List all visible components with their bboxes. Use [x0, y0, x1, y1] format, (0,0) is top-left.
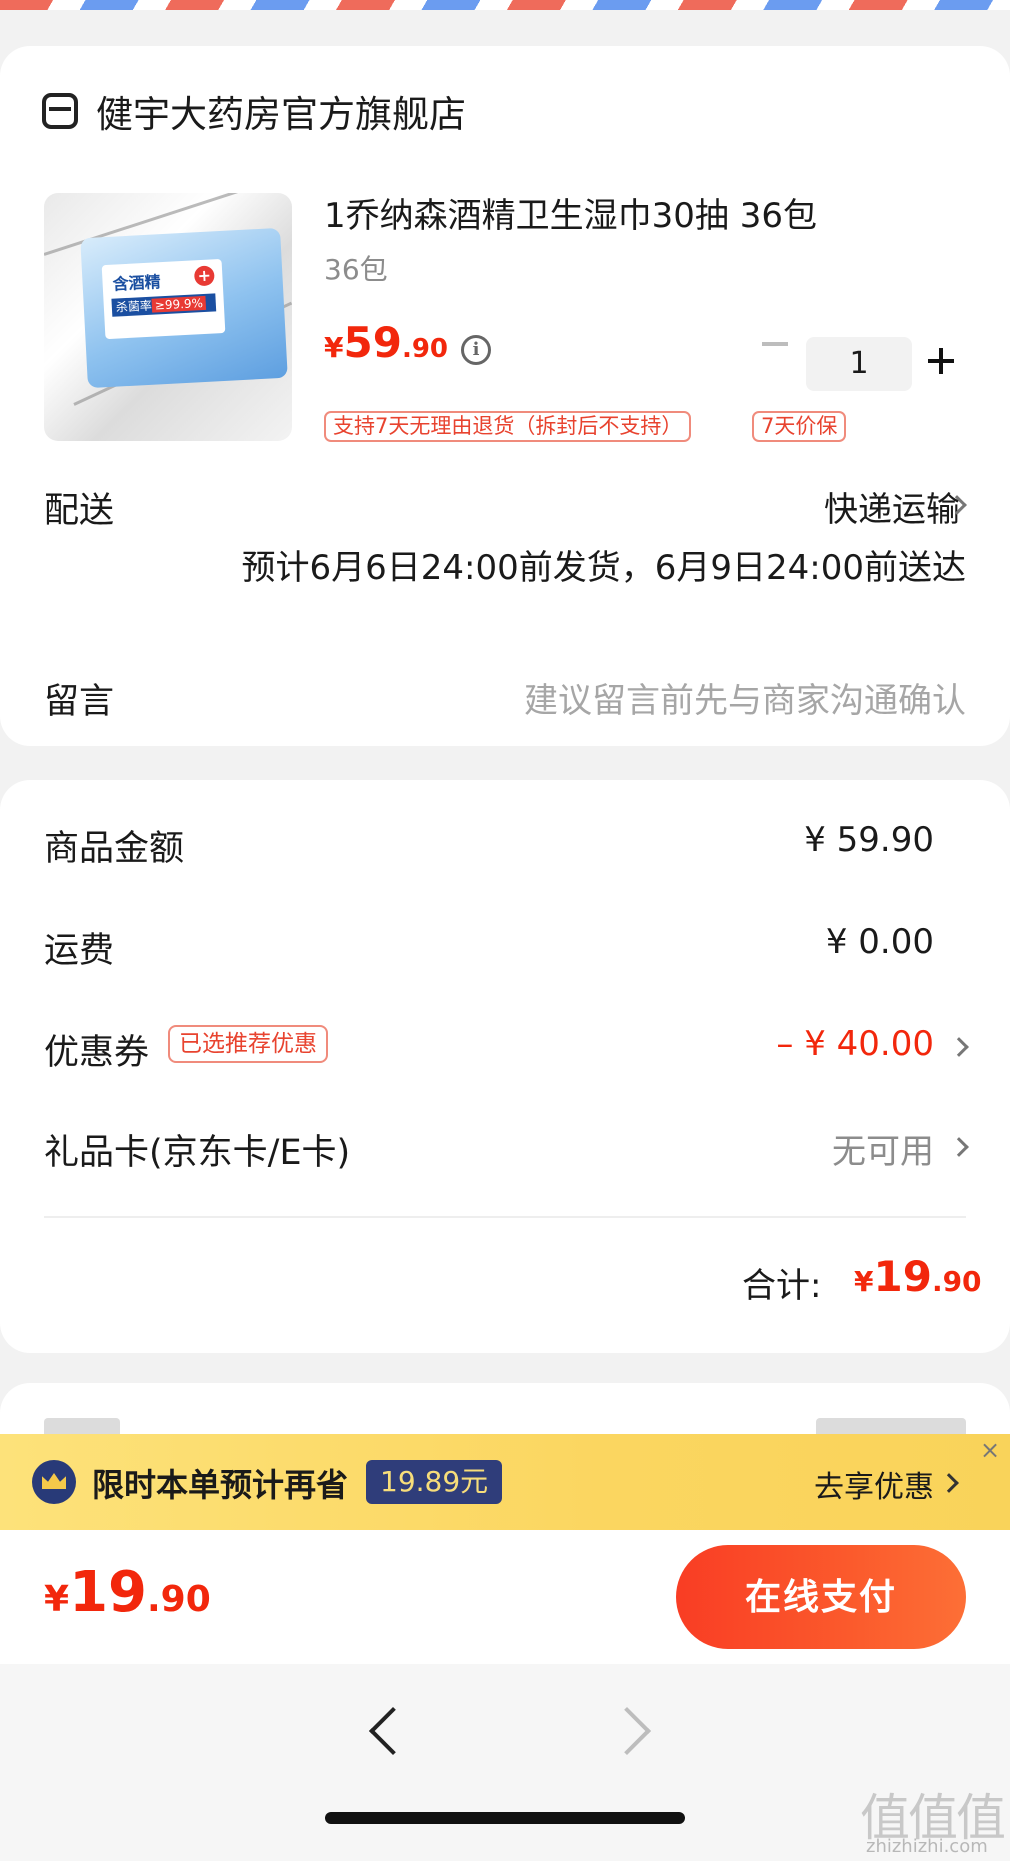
- coupon-tag: 已选推荐优惠: [168, 1025, 328, 1063]
- close-icon[interactable]: ×: [976, 1436, 1004, 1464]
- store-icon: [42, 93, 78, 129]
- crown-icon: [32, 1460, 76, 1504]
- watermark-text: zhizhizhi.com: [866, 1836, 988, 1857]
- freight-value: ¥ 0.00: [825, 922, 934, 962]
- giftcard-label: 礼品卡(京东卡/E卡): [44, 1133, 351, 1173]
- promo-link[interactable]: 去享优惠: [814, 1462, 934, 1506]
- total-currency: ¥: [854, 1265, 874, 1298]
- price-decimal: .90: [401, 334, 448, 364]
- return-policy-tag: 支持7天无理由退货（拆封后不支持）: [324, 411, 692, 442]
- total-integer: 19: [873, 1252, 932, 1301]
- pack-rate-label: 杀菌率: [115, 298, 153, 315]
- quantity-increase-button[interactable]: [928, 348, 954, 374]
- freight-label: 运费: [44, 931, 115, 971]
- promo-banner[interactable]: 限时本单预计再省 19.89元 去享优惠 ×: [0, 1434, 1010, 1530]
- product-spec: 36包: [324, 253, 388, 286]
- pay-bar: ¥19.90 在线支付: [0, 1530, 1010, 1664]
- browser-nav-bar: 值值值 zhizhizhi.com: [0, 1664, 1010, 1861]
- product-image[interactable]: 含酒精 + 杀菌率 ≥99.9%: [44, 193, 292, 441]
- shipping-label: 配送: [44, 491, 115, 531]
- store-header[interactable]: 健宇大药房官方旗舰店: [42, 84, 466, 138]
- pay-button[interactable]: 在线支付: [676, 1545, 966, 1649]
- pack-rate-value: ≥99.9%: [151, 295, 207, 313]
- total-value: ¥19.90: [854, 1252, 982, 1301]
- price-integer: 59: [343, 318, 402, 367]
- goods-amount-label: 商品金额: [44, 829, 185, 869]
- price-protect-tag: 7天价保: [752, 411, 847, 442]
- total-label: 合计:: [742, 1266, 822, 1306]
- pack-label: 含酒精 + 杀菌率 ≥99.9%: [101, 258, 226, 340]
- pay-currency: ¥: [44, 1579, 70, 1620]
- goods-amount-value: ¥ 59.90: [804, 820, 934, 860]
- message-input[interactable]: 建议留言前先与商家沟通确认: [524, 673, 966, 722]
- back-arrow-icon[interactable]: [368, 1706, 418, 1756]
- wipes-pack: 含酒精 + 杀菌率 ≥99.9%: [80, 227, 288, 389]
- promo-badge: 19.89元: [366, 1460, 503, 1504]
- store-name: 健宇大药房官方旗舰店: [96, 93, 466, 136]
- quantity-decrease-button[interactable]: [762, 342, 788, 346]
- pack-rate: 杀菌率 ≥99.9%: [111, 293, 217, 317]
- quantity-input[interactable]: 1: [806, 337, 912, 391]
- pay-price: ¥19.90: [44, 1560, 211, 1625]
- product-title[interactable]: 1乔纳森酒精卫生湿巾30抽 36包: [324, 188, 817, 237]
- coupon-label: 优惠券: [44, 1033, 150, 1073]
- pack-title: 含酒精: [112, 272, 162, 294]
- giftcard-value[interactable]: 无可用: [832, 1124, 934, 1173]
- forward-arrow-icon[interactable]: [602, 1706, 652, 1756]
- price-currency: ¥: [324, 331, 344, 364]
- medical-cross-icon: +: [193, 265, 215, 287]
- pay-integer: 19: [69, 1560, 147, 1625]
- divider: [44, 1216, 966, 1218]
- chevron-right-icon[interactable]: [939, 1473, 959, 1493]
- shipping-method[interactable]: 快递运输: [824, 482, 960, 531]
- home-indicator[interactable]: [325, 1812, 685, 1824]
- coupon-value[interactable]: – ¥ 40.00: [776, 1024, 934, 1064]
- promo-text: 限时本单预计再省: [92, 1466, 349, 1504]
- message-label: 留言: [44, 682, 115, 722]
- pay-decimal: .90: [147, 1579, 211, 1620]
- airmail-border: [0, 0, 1010, 10]
- product-price: ¥59.90: [324, 318, 448, 367]
- shipping-estimate: 预计6月6日24:00前发货，6月9日24:00前送达: [241, 548, 967, 588]
- info-icon[interactable]: i: [461, 335, 491, 365]
- total-decimal: .90: [931, 1265, 982, 1298]
